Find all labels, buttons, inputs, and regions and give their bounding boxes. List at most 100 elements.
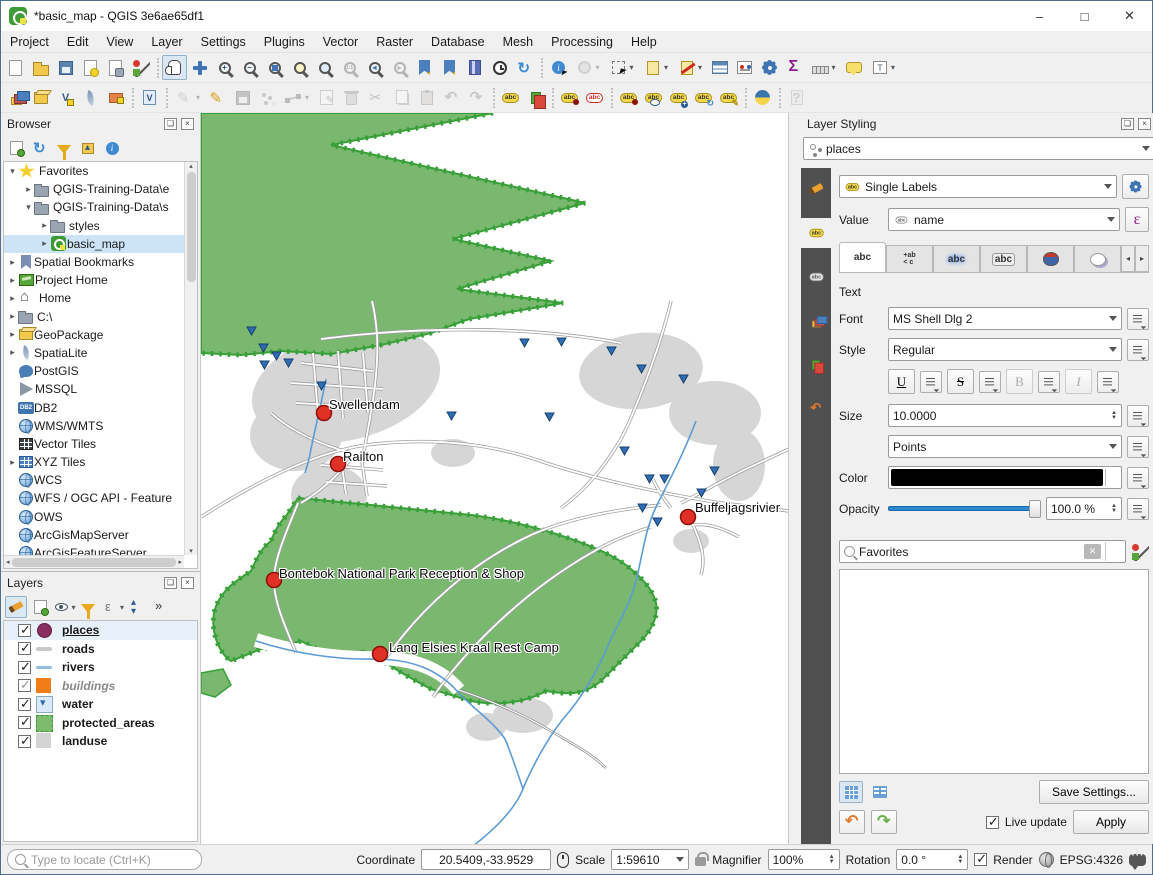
statistics-button[interactable]: ▾ [782,55,807,80]
zoom-to-selection-button[interactable]: ▾ [287,55,312,80]
browser-filter-button[interactable] [53,137,75,159]
menu-mesh[interactable]: Mesh [494,32,543,52]
remove-layer-button[interactable]: ▾ [149,596,171,618]
highlight-pinned-labels-button[interactable]: ▾ [582,85,607,110]
menu-view[interactable]: View [97,32,142,52]
refresh-map-button[interactable]: ▾ [512,55,537,80]
menu-settings[interactable]: Settings [192,32,255,52]
pan-map-button[interactable]: ▾ [162,55,187,80]
font-color-button[interactable] [888,466,1122,489]
temporal-controller-button[interactable]: ▾ [487,55,512,80]
strikethrough-button[interactable]: S [947,369,974,394]
tab-callout[interactable] [1074,245,1121,272]
underline-button[interactable]: U [888,369,915,394]
layer-visibility-checkbox[interactable] [18,642,31,655]
expand-arrow-icon[interactable]: ▾ [7,166,18,177]
scale-select[interactable]: 1:59610 [611,849,689,870]
close-button[interactable]: ✕ [1107,1,1152,31]
opacity-spinbox[interactable]: 100.0 % ▲▼ [1046,497,1122,520]
browser-properties-button[interactable] [101,137,123,159]
menu-raster[interactable]: Raster [367,32,422,52]
browser-item-xyz-tiles[interactable]: ▸ XYZ Tiles [4,453,184,471]
tab-buffer[interactable]: abc [933,245,980,272]
open-attribute-table-button[interactable]: ▾ [707,55,732,80]
magnifier-spinbox[interactable]: 100% ▲▼ [768,849,840,870]
dock-splitter[interactable] [789,113,801,844]
browser-item-wms-wmts[interactable]: WMS/WMTS [4,417,184,435]
zoom-native-button[interactable]: ▾ [337,55,362,80]
value-field-select[interactable]: name [888,208,1120,231]
zoom-last-button[interactable]: ▾ [362,55,387,80]
new-bookmark-button[interactable]: ▾ [412,55,437,80]
toggle-editing-button[interactable]: ▾ [205,85,230,110]
label-rotate-button[interactable]: ▾ [691,85,716,110]
text-annotation-button[interactable]: ▾ [866,55,900,80]
layers-close-button[interactable]: × [181,577,194,589]
select-by-value-button[interactable]: ▾ [639,55,673,80]
browser-collapse-all-button[interactable] [77,137,99,159]
browser-horizontal-scrollbar[interactable]: ◂▸ [4,555,184,568]
layer-visibility-checkbox[interactable] [18,698,31,711]
browser-item-c-drive[interactable]: ▸ C:\ [4,308,184,326]
data-source-manager-button[interactable]: ▾ [3,85,28,110]
tab-text[interactable]: abc [839,242,886,272]
coordinate-input[interactable]: 20.5409,-33.9529 [421,849,551,870]
add-feature-button[interactable]: ▾ [255,85,280,110]
browser-item-qgis-training-data-s[interactable]: ▾ QGIS-Training-Data\s [4,198,184,216]
browser-item-favorites[interactable]: ▾ Favorites [4,162,184,180]
spin-arrows-icon[interactable]: ▲▼ [957,855,963,865]
browser-item-wcs[interactable]: WCS [4,471,184,489]
bold-button[interactable]: B [1006,369,1033,394]
layer-visibility-checkbox[interactable] [18,624,31,637]
layer-item-places[interactable]: places [4,621,197,640]
rotation-spinbox[interactable]: 0.0 ° ▲▼ [896,849,968,870]
styling-float-button[interactable]: ❏ [1121,118,1134,130]
list-view-button[interactable] [868,781,892,803]
deselect-features-button[interactable]: ▾ [673,55,707,80]
automated-placement-settings-button[interactable] [1122,174,1149,199]
browser-item-ows[interactable]: OWS [4,508,184,526]
layer-item-protected-areas[interactable]: protected_areas [4,714,197,733]
zoom-to-layer-button[interactable]: ▾ [312,55,337,80]
data-defined-override-button[interactable] [920,371,942,393]
new-virtual-layer-button[interactable]: ▾ [103,85,128,110]
vertex-tool-button[interactable]: ▾ [280,85,314,110]
help-button[interactable]: ▾ [784,85,809,110]
new-geopackage-layer-button[interactable]: ▾ [28,85,53,110]
redo-style-button[interactable] [871,810,897,834]
layer-labeling-options-button[interactable]: ▾ [498,85,523,110]
browser-item-basic-map[interactable]: ▸ basic_map [4,235,184,253]
data-defined-override-button[interactable] [1127,339,1149,361]
show-bookmarks-button[interactable]: ▾ [437,55,462,80]
data-defined-override-button[interactable] [1127,436,1149,458]
style-manager-button[interactable]: ▾ [128,55,153,80]
cut-features-button[interactable]: ▾ [364,85,389,110]
layer-visibility-checkbox[interactable] [18,661,31,674]
tab-diagrams[interactable] [801,350,831,380]
new-temporary-scratch-layer-button[interactable]: ▾ [137,85,162,110]
browser-item-project-home[interactable]: ▸ Project Home [4,271,184,289]
browser-item-mssql[interactable]: MSSQL [4,380,184,398]
label-select-button[interactable]: ▾ [616,85,641,110]
label-edit-button[interactable]: ▾ [716,85,741,110]
spin-arrows-icon[interactable]: ▲▼ [829,855,835,865]
layer-visibility-checkbox[interactable] [18,735,31,748]
spin-arrows-icon[interactable]: ▲▼ [1111,504,1117,514]
select-features-button[interactable]: ▾ [605,55,639,80]
map-canvas[interactable]: Swellendam Railton Buffeljagsrivier Bont… [201,113,789,844]
layer-item-water[interactable]: water [4,695,197,714]
browser-item-geopackage[interactable]: ▸ GeoPackage [4,326,184,344]
maximize-button[interactable]: □ [1062,1,1107,31]
save-project-button[interactable]: ▾ [53,55,78,80]
modify-attributes-button[interactable]: ▾ [314,85,339,110]
data-defined-override-button[interactable] [1127,405,1149,427]
expand-arrow-icon[interactable]: ▾ [23,202,34,213]
tab-shadow[interactable] [1027,245,1074,272]
tab-formatting[interactable]: +ab< c [886,245,933,272]
expression-builder-button[interactable]: ε [1125,207,1149,232]
save-edits-button[interactable]: ▾ [230,85,255,110]
layer-visibility-checkbox[interactable] [18,679,31,692]
apply-button[interactable]: Apply [1073,810,1149,834]
expand-arrow-icon[interactable]: ▸ [39,238,50,249]
open-layer-styling-button[interactable]: ▾ [5,596,27,618]
